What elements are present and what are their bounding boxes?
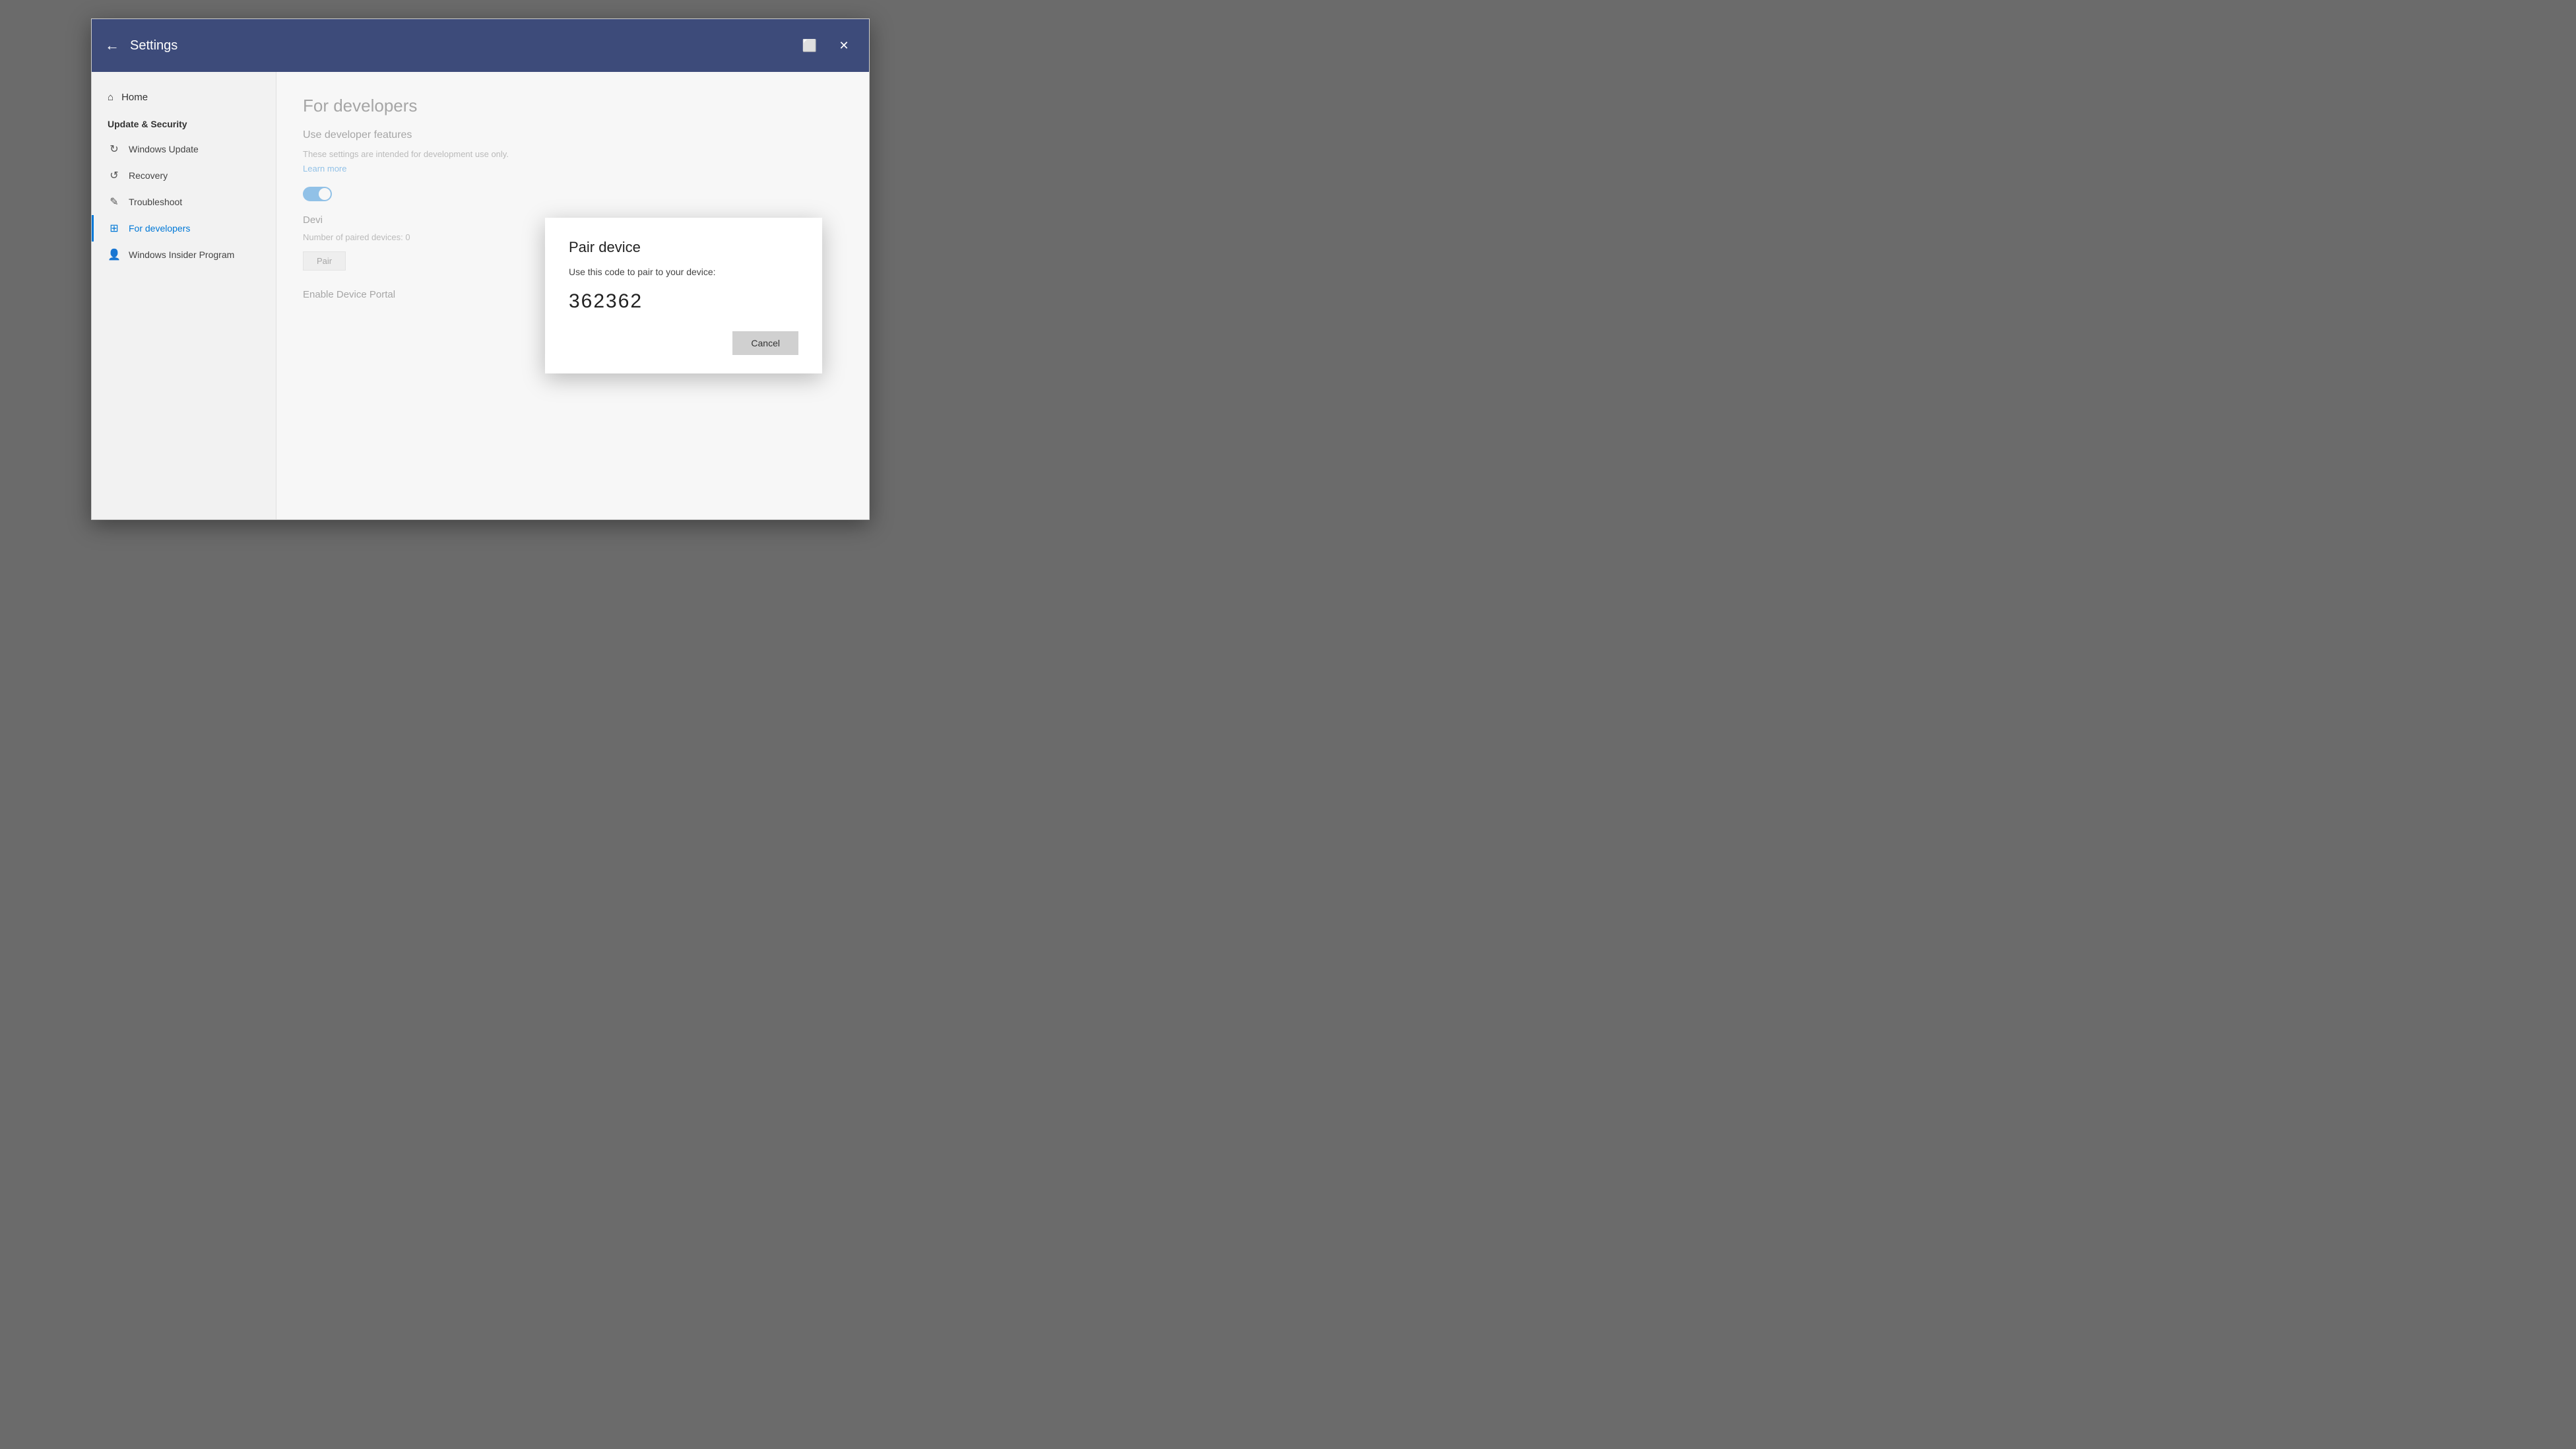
sidebar-item-troubleshoot[interactable]: ✎ Troubleshoot — [92, 189, 276, 215]
dialog-actions: Cancel — [569, 331, 798, 355]
sidebar-item-label: Windows Update — [129, 144, 199, 154]
sidebar-item-label: For developers — [129, 223, 190, 234]
sidebar-item-for-developers[interactable]: ⊞ For developers — [92, 215, 276, 242]
recovery-icon: ↺ — [108, 169, 121, 182]
sidebar-home-item[interactable]: ⌂ Home — [92, 85, 276, 110]
settings-window: ← Settings ⬜ ✕ ⌂ Home Update & Security … — [91, 18, 870, 520]
developers-icon: ⊞ — [108, 222, 121, 235]
sidebar-item-recovery[interactable]: ↺ Recovery — [92, 162, 276, 189]
sidebar-item-windows-insider[interactable]: 👤 Windows Insider Program — [92, 242, 276, 268]
window-title: Settings — [130, 38, 798, 53]
sidebar-home-label: Home — [121, 92, 148, 103]
pairing-code: 362362 — [569, 290, 798, 313]
close-button[interactable]: ✕ — [832, 34, 856, 57]
sidebar-item-label: Troubleshoot — [129, 197, 182, 207]
sidebar: ⌂ Home Update & Security ↻ Windows Updat… — [92, 72, 276, 519]
content-area: For developers Use developer features Th… — [276, 72, 869, 519]
windows-update-icon: ↻ — [108, 143, 121, 156]
sidebar-item-windows-update[interactable]: ↻ Windows Update — [92, 136, 276, 162]
dialog-description: Use this code to pair to your device: — [569, 267, 798, 277]
back-button[interactable]: ← — [105, 37, 119, 54]
home-icon: ⌂ — [108, 92, 113, 103]
main-content: ⌂ Home Update & Security ↻ Windows Updat… — [92, 72, 869, 519]
troubleshoot-icon: ✎ — [108, 195, 121, 209]
sidebar-item-label: Recovery — [129, 170, 168, 181]
cancel-button[interactable]: Cancel — [732, 331, 798, 355]
sidebar-item-label: Windows Insider Program — [129, 249, 234, 260]
title-bar: ← Settings ⬜ ✕ — [92, 19, 869, 72]
insider-icon: 👤 — [108, 248, 121, 261]
restore-button[interactable]: ⬜ — [798, 34, 821, 57]
window-controls: ⬜ ✕ — [798, 34, 856, 57]
pair-device-dialog: Pair device Use this code to pair to you… — [545, 218, 822, 373]
sidebar-section-title: Update & Security — [92, 115, 276, 136]
dialog-title: Pair device — [569, 239, 798, 256]
